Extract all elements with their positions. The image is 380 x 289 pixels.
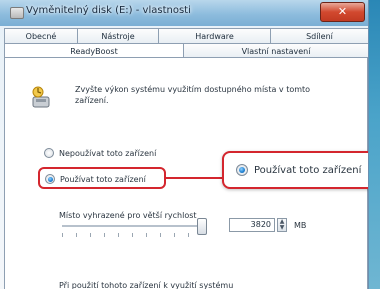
- space-unit: MB: [294, 221, 307, 230]
- readyboost-description: Zvyšte výkon systému využitím dostupného…: [75, 85, 311, 105]
- tab-sharing[interactable]: Sdílení: [270, 28, 368, 44]
- slider-ticks: [62, 233, 202, 237]
- bottom-info-text: Při použití tohoto zařízení k využití sy…: [59, 281, 234, 289]
- drive-icon: [10, 7, 24, 19]
- space-slider-thumb[interactable]: [197, 218, 207, 235]
- callout-connector: [166, 177, 224, 179]
- space-slider-track[interactable]: [62, 225, 202, 228]
- tab-row-1: Obecné Nástroje Hardware Sdílení: [4, 28, 368, 44]
- window-title: Vyměnitelný disk (E:) - vlastnosti: [26, 5, 191, 16]
- reserved-space-label: Místo vyhrazené pro větší rychlost: [59, 211, 197, 220]
- properties-window: Vyměnitelný disk (E:) - vlastnosti ✕ Obe…: [0, 0, 369, 289]
- callout-radio: [236, 164, 248, 176]
- title-bar[interactable]: Vyměnitelný disk (E:) - vlastnosti ✕: [0, 0, 368, 26]
- tab-general[interactable]: Obecné: [4, 28, 78, 44]
- option-do-not-use[interactable]: Nepoužívat toto zařízení: [44, 148, 156, 158]
- callout-label: Používat toto zařízení: [254, 164, 362, 176]
- space-value-input[interactable]: 3820: [229, 218, 275, 232]
- option-do-not-use-label: Nepoužívat toto zařízení: [59, 148, 157, 158]
- highlight-box: [38, 167, 166, 189]
- radio-off[interactable]: [44, 148, 54, 158]
- zoom-callout: Používat toto zařízení: [222, 151, 368, 189]
- spinner-down-icon[interactable]: ▼: [278, 225, 286, 231]
- readyboost-icon: [32, 86, 50, 108]
- space-spinner[interactable]: ▲ ▼: [277, 218, 287, 232]
- tab-tools[interactable]: Nástroje: [77, 28, 159, 44]
- close-button[interactable]: ✕: [320, 2, 365, 22]
- tab-hardware[interactable]: Hardware: [158, 28, 271, 44]
